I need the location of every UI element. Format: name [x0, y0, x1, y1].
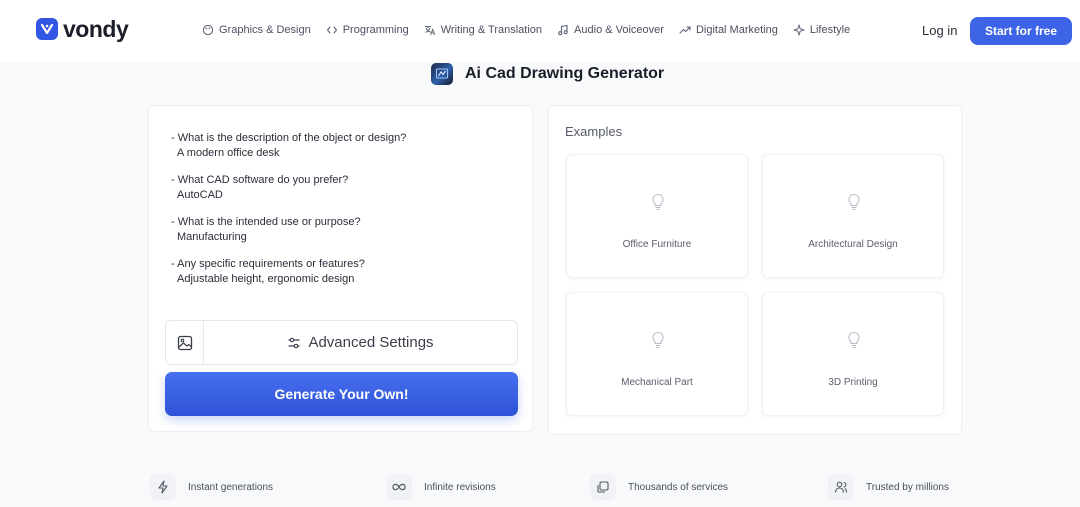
example-label: Mechanical Part — [621, 377, 693, 388]
prompt-answer: AutoCAD — [177, 188, 223, 201]
example-tile-office-furniture[interactable]: Office Furniture — [566, 154, 748, 278]
nav-label: Writing & Translation — [440, 24, 543, 36]
lightbulb-icon — [842, 328, 866, 352]
prompt-item: - What is the description of the object … — [171, 131, 511, 160]
page-heading: Ai Cad Drawing Generator — [431, 62, 664, 86]
advanced-settings-label: Advanced Settings — [308, 334, 434, 351]
vondy-logo[interactable]: vondy — [36, 16, 129, 42]
example-label: 3D Printing — [828, 377, 878, 388]
palette-icon — [202, 24, 214, 36]
layers-icon — [590, 474, 616, 500]
prompt-item: - Any specific requirements or features?… — [171, 257, 511, 286]
prompt-answer: Manufacturing — [177, 230, 247, 243]
feature-label: Trusted by millions — [866, 481, 949, 493]
top-header: vondy Graphics & Design Programming Writ… — [0, 0, 1080, 62]
nav-writing-translation[interactable]: Writing & Translation — [424, 24, 542, 36]
nav-label: Digital Marketing — [695, 24, 778, 36]
prompt-question: - What is the description of the object … — [171, 132, 407, 144]
start-for-free-button[interactable]: Start for free — [970, 17, 1072, 45]
feature-label: Thousands of services — [628, 481, 729, 493]
generate-button[interactable]: Generate Your Own! — [165, 372, 518, 416]
lightbulb-icon — [646, 190, 670, 214]
example-tile-architectural-design[interactable]: Architectural Design — [762, 154, 944, 278]
feature-label: Instant generations — [188, 481, 274, 493]
nav-digital-marketing[interactable]: Digital Marketing — [679, 24, 778, 36]
prompt-card: - What is the description of the object … — [148, 105, 533, 432]
page-title: Ai Cad Drawing Generator — [465, 65, 665, 82]
vondy-logo-icon — [36, 18, 58, 40]
prompt-question: - What is the intended use or purpose? — [171, 216, 361, 228]
feature-thousands-of-services: Thousands of services — [590, 474, 728, 500]
features-strip: Instant generations Infinite revisions T… — [0, 470, 1080, 507]
example-tile-3d-printing[interactable]: 3D Printing — [762, 292, 944, 416]
nav-label: Programming — [342, 24, 409, 36]
prompt-answer: Adjustable height, ergonomic design — [177, 272, 355, 285]
infinity-icon — [386, 474, 412, 500]
trending-up-icon — [679, 26, 691, 34]
examples-heading: Examples — [565, 124, 623, 139]
prompt-question: - Any specific requirements or features? — [171, 258, 365, 270]
code-icon — [326, 26, 337, 34]
prompt-item: - What is the intended use or purpose? M… — [171, 215, 511, 244]
cad-tool-icon — [431, 63, 453, 85]
image-icon — [177, 335, 192, 350]
nav-lifestyle[interactable]: Lifestyle — [793, 24, 850, 36]
lightning-icon — [150, 474, 176, 500]
nav-programming[interactable]: Programming — [326, 24, 409, 36]
nav-label: Lifestyle — [809, 24, 851, 36]
upload-image-button[interactable] — [166, 321, 204, 364]
lightbulb-icon — [646, 328, 670, 352]
lightbulb-icon — [842, 190, 866, 214]
nav-audio-voiceover[interactable]: Audio & Voiceover — [557, 24, 664, 36]
nav-graphics-design[interactable]: Graphics & Design — [202, 24, 311, 36]
feature-infinite-revisions: Infinite revisions — [386, 474, 496, 500]
nav-label: Graphics & Design — [219, 24, 311, 36]
sliders-icon — [288, 337, 300, 348]
feature-trusted-by-millions: Trusted by millions — [828, 474, 949, 500]
example-tile-mechanical-part[interactable]: Mechanical Part — [566, 292, 748, 416]
category-nav: Graphics & Design Programming Writing & … — [202, 24, 865, 36]
prompt-answer: A modern office desk — [177, 146, 280, 159]
translate-icon — [424, 26, 435, 35]
feature-label: Infinite revisions — [424, 481, 496, 493]
login-link[interactable]: Log in — [922, 23, 957, 38]
music-note-icon — [558, 24, 568, 36]
nav-label: Audio & Voiceover — [574, 24, 664, 36]
prompt-item: - What CAD software do you prefer? AutoC… — [171, 173, 511, 202]
sparkle-icon — [793, 24, 805, 36]
users-icon — [828, 474, 854, 500]
prompt-textarea[interactable]: - What is the description of the object … — [171, 131, 511, 299]
example-label: Office Furniture — [622, 239, 692, 250]
feature-instant-generations: Instant generations — [150, 474, 273, 500]
brand-name: vondy — [63, 16, 129, 42]
advanced-settings-button[interactable]: Advanced Settings — [204, 321, 517, 364]
examples-card: Examples Office Furniture Architectural … — [548, 105, 962, 435]
example-label: Architectural Design — [808, 239, 898, 250]
prompt-question: - What CAD software do you prefer? — [171, 174, 349, 186]
settings-bar: Advanced Settings — [165, 320, 518, 365]
